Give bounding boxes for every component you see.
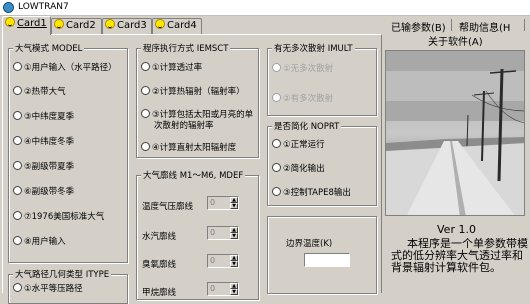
- about-description: 本程序是一个单参数带模式的低分辨率大气透过率和背景辐射计算软件包。: [391, 238, 528, 274]
- radio-user-input-horizontal[interactable]: ①用户输入（水平路径）: [13, 62, 117, 74]
- radio-subarctic-winter[interactable]: ⑥副级带冬季: [13, 186, 74, 198]
- smiley-icon: [5, 17, 15, 27]
- radio-icon: [272, 163, 281, 172]
- chevron-down-icon[interactable]: ▼: [230, 289, 238, 295]
- radio-icon: [13, 211, 22, 220]
- temperature-pressure-label: 温度气压廓线: [142, 202, 194, 212]
- radio-icon: [141, 62, 150, 71]
- tab-card4[interactable]: Card4: [152, 18, 202, 34]
- spinner-buttons[interactable]: ▲ ▼: [230, 197, 238, 209]
- radio-icon: [13, 86, 22, 95]
- tab-card1[interactable]: Card1: [2, 16, 51, 35]
- radio-user-input[interactable]: ⑧用户输入: [13, 236, 66, 248]
- execution-mode-group: 程序执行方式 IEMSCT ①计算透过率 ②计算热辐射（辐射率） ③计算包括太阳…: [136, 42, 259, 158]
- ozone-label: 臭氧廓线: [142, 260, 177, 270]
- group-title: 程序执行方式 IEMSCT: [141, 42, 231, 54]
- radio-solar-scatter[interactable]: ③计算包括太阳或月亮的单次散射的辐射率: [141, 109, 259, 132]
- group-title: 大气路径几何类型 ITYPE: [13, 268, 112, 280]
- radio-icon: [141, 109, 150, 118]
- group-title: 有无多次散射 IMULT: [272, 42, 355, 54]
- radio-icon: [141, 142, 150, 151]
- radio-icon: [13, 236, 22, 245]
- chevron-down-icon[interactable]: ▼: [230, 233, 238, 239]
- path-geometry-group: 大气路径几何类型 ITYPE ①水平等压路径: [8, 268, 128, 304]
- radio-midlat-winter[interactable]: ④中纬度冬季: [13, 136, 74, 148]
- radio-subarctic-summer[interactable]: ⑤副级带夏季: [13, 161, 74, 173]
- radio-midlat-summer[interactable]: ③中纬度夏季: [13, 111, 74, 123]
- boundary-temperature-input[interactable]: [304, 253, 350, 267]
- water-vapor-label: 水汽廓线: [142, 232, 177, 242]
- radio-tropical[interactable]: ②热带大气: [13, 86, 66, 98]
- radio-thermal-radiance[interactable]: ②计算热辐射（辐射率）: [141, 86, 245, 98]
- water-vapor-spinner[interactable]: 0 ▲ ▼: [207, 226, 239, 240]
- radio-icon: [13, 136, 22, 145]
- spinner-buttons[interactable]: ▲ ▼: [230, 255, 238, 267]
- chevron-down-icon[interactable]: ▼: [230, 261, 238, 267]
- smiley-icon: [105, 19, 115, 29]
- ozone-spinner[interactable]: 0 ▲ ▼: [207, 254, 239, 268]
- atmosphere-profile-group: 大气廓线 M1～M6, MDEF 温度气压廓线 0 ▲ ▼ 水汽廓线 0 ▲ ▼ 臭…: [136, 169, 259, 300]
- road-photo: [385, 50, 525, 216]
- boundary-temperature-label: 边界温度(K): [286, 239, 333, 249]
- boundary-temperature-group: 边界温度(K): [267, 216, 377, 294]
- smiley-icon: [54, 19, 64, 29]
- window-title: LOWTRAN7: [18, 2, 69, 12]
- radio-icon: [13, 186, 22, 195]
- radio-transmittance[interactable]: ①计算透过率: [141, 62, 202, 74]
- group-title: 大气廓线 M1～M6, MDEF: [141, 169, 246, 181]
- atmosphere-model-group: 大气模式 MODEL ①用户输入（水平路径） ②热带大气 ③中纬度夏季 ④中纬度…: [8, 42, 128, 263]
- radio-simplified-output[interactable]: ②简化输出: [272, 163, 325, 175]
- spinner-buttons[interactable]: ▲ ▼: [230, 283, 238, 295]
- radio-normal-run[interactable]: ①正常运行: [272, 139, 325, 151]
- radio-icon: [13, 111, 22, 120]
- temperature-pressure-spinner[interactable]: 0 ▲ ▼: [207, 196, 239, 210]
- simplify-group: 是否简化 NOPRT ①正常运行 ②简化输出 ③控制TAPE8输出: [267, 120, 377, 206]
- radio-multiple-scatter[interactable]: ②有多次散射: [272, 93, 333, 105]
- radio-horizontal-path[interactable]: ①水平等压路径: [13, 283, 83, 295]
- card1-panel: 大气模式 MODEL ①用户输入（水平路径） ②热带大气 ③中纬度夏季 ④中纬度…: [2, 34, 382, 304]
- radio-direct-solar[interactable]: ④计算直射太阳辐射度: [141, 142, 236, 154]
- radio-icon: [141, 86, 150, 95]
- spinner-buttons[interactable]: ▲ ▼: [230, 227, 238, 239]
- radio-icon: [272, 139, 281, 148]
- methane-spinner[interactable]: 0 ▲ ▼: [207, 282, 239, 296]
- version-label: Ver 1.0: [437, 223, 476, 236]
- radio-icon: [272, 93, 281, 102]
- radio-icon: [13, 161, 22, 170]
- chevron-down-icon[interactable]: ▼: [230, 203, 238, 209]
- menu-help[interactable]: 帮助信息(H: [459, 19, 510, 34]
- radio-no-multiple-scatter[interactable]: ①无多次散射: [272, 63, 333, 75]
- methane-label: 甲烷廓线: [142, 288, 177, 298]
- radio-icon: [13, 62, 22, 71]
- road-landscape-image: [386, 51, 524, 215]
- group-title: 是否简化 NOPRT: [272, 120, 342, 132]
- menu-separator: [451, 19, 452, 31]
- menu-separator: [524, 19, 525, 31]
- radio-icon: [272, 187, 281, 196]
- tab-card2[interactable]: Card2: [51, 18, 102, 34]
- title-bar: LOWTRAN7: [0, 0, 530, 16]
- smiley-icon: [155, 19, 165, 29]
- app-icon: [3, 2, 14, 13]
- group-title: 大气模式 MODEL: [13, 42, 85, 54]
- menu-about[interactable]: 关于软件(A): [428, 33, 483, 48]
- right-pane: 已输参数(B) 帮助信息(H 关于软件(A) Ver 1.0 本程序是一个单参数…: [383, 16, 530, 293]
- menu-entered-parameters[interactable]: 已输参数(B): [391, 19, 446, 34]
- radio-icon: [13, 283, 22, 292]
- radio-icon: [272, 63, 281, 72]
- radio-tape8-output[interactable]: ③控制TAPE8输出: [272, 187, 351, 199]
- multiple-scatter-group: 有无多次散射 IMULT ①无多次散射 ②有多次散射: [267, 42, 377, 116]
- tab-card3[interactable]: Card3: [102, 18, 152, 34]
- radio-us-standard-1976[interactable]: ⑦1976美国标准大气: [13, 211, 104, 223]
